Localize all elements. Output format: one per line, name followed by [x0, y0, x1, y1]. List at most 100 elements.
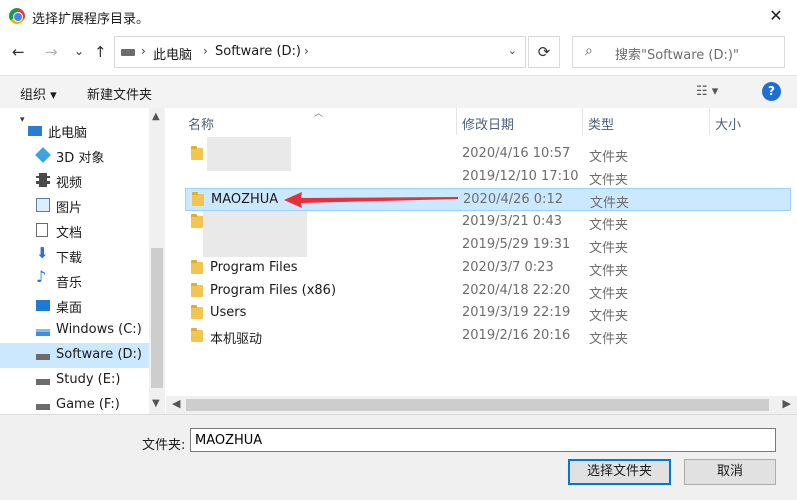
file-date: 2020/4/26 0:12 — [463, 192, 563, 207]
title-bar: 选择扩展程序目录。 ✕ — [0, 0, 797, 32]
column-header-modified[interactable]: 修改日期 — [462, 114, 514, 133]
picture-icon — [36, 198, 50, 212]
file-row-selected[interactable]: MAOZHUA 2020/4/26 0:12 文件夹 — [185, 188, 791, 211]
file-row[interactable]: Program Files (x86) 2020/4/18 22:20 文件夹 — [185, 280, 791, 303]
nav-item-windows-c[interactable]: Windows (C:) — [0, 318, 149, 343]
file-type: 文件夹 — [590, 196, 630, 211]
nav-item-label: 下载 — [56, 251, 83, 266]
forward-button[interactable]: → — [45, 43, 58, 61]
file-date: 2020/4/18 22:20 — [462, 283, 571, 298]
column-divider[interactable] — [456, 108, 457, 135]
nav-item-study-e[interactable]: Study (E:) — [0, 368, 149, 393]
file-row[interactable]: 2020/4/16 10:57 文件夹 — [185, 137, 791, 171]
scroll-up-icon[interactable]: ▲ — [152, 111, 160, 122]
sort-ascending-icon: ︿ — [314, 109, 324, 119]
window-title: 选择扩展程序目录。 — [32, 12, 150, 27]
file-row[interactable]: 2019/3/21 0:43 文件夹 — [185, 211, 791, 257]
recent-locations-button[interactable]: ⌄ — [74, 42, 84, 60]
folder-icon — [191, 146, 203, 160]
refresh-button[interactable]: ⟳ — [528, 36, 560, 68]
nav-item-label: Windows (C:) — [56, 322, 142, 337]
nav-item-pictures[interactable]: 图片 — [0, 193, 149, 218]
address-bar[interactable]: › 此电脑 › Software (D:) › ⌄ — [114, 36, 526, 68]
folder-name-input[interactable] — [190, 428, 776, 452]
command-bar: 组织 ▾ 新建文件夹 ☷ ▾ ? — [0, 75, 797, 108]
file-name: 本机驱动 — [210, 332, 263, 347]
scroll-right-icon[interactable]: ▶ — [783, 397, 791, 410]
nav-item-label: Software (D:) — [56, 347, 142, 362]
column-header-type[interactable]: 类型 — [588, 114, 614, 133]
music-icon: ♪ — [36, 267, 47, 286]
nav-item-desktop[interactable]: 桌面 — [0, 293, 149, 318]
chevron-down-icon[interactable]: ⌄ — [508, 44, 517, 57]
navigation-pane: ▾ 此电脑 3D 对象 视频 图片 文档 ⬇ 下载 ♪ 音乐 桌面 Window… — [0, 108, 149, 414]
back-button[interactable]: ← — [12, 43, 25, 61]
chrome-icon — [9, 8, 25, 24]
nav-item-documents[interactable]: 文档 — [0, 218, 149, 243]
file-date: 2020/3/7 0:23 — [462, 260, 554, 275]
drive-icon — [36, 404, 50, 410]
scroll-down-icon[interactable]: ▼ — [152, 398, 160, 409]
scroll-thumb[interactable] — [151, 248, 163, 388]
nav-item-label: 图片 — [56, 201, 83, 216]
drive-icon — [121, 49, 135, 56]
file-row[interactable]: 本机驱动 2019/2/16 20:16 文件夹 — [185, 325, 791, 348]
nav-item-software-d[interactable]: Software (D:) — [0, 343, 149, 368]
close-button[interactable]: ✕ — [755, 0, 797, 32]
column-header-size[interactable]: 大小 — [715, 114, 741, 133]
column-divider[interactable] — [709, 108, 710, 135]
file-type: 文件夹 — [589, 309, 629, 324]
select-folder-button[interactable]: 选择文件夹 — [568, 459, 671, 485]
folder-icon — [191, 214, 203, 228]
nav-item-label: 此电脑 — [48, 126, 88, 141]
breadcrumb-software-d[interactable]: Software (D:) — [215, 44, 301, 59]
nav-item-downloads[interactable]: ⬇ 下载 — [0, 243, 149, 268]
file-name: Users — [210, 305, 247, 320]
folder-icon — [191, 260, 203, 274]
file-type: 文件夹 — [589, 241, 629, 256]
breadcrumb-separator[interactable]: › — [203, 44, 208, 58]
desktop-icon — [36, 300, 50, 311]
cancel-button[interactable]: 取消 — [684, 459, 776, 485]
organize-button[interactable]: 组织 ▾ — [20, 84, 57, 103]
file-name: Program Files (x86) — [210, 283, 337, 298]
file-date: 2019/5/29 19:31 — [462, 237, 571, 252]
file-row[interactable]: Program Files 2020/3/7 0:23 文件夹 — [185, 257, 791, 280]
breadcrumb-this-pc[interactable]: 此电脑 — [153, 44, 192, 63]
nav-item-label: Study (E:) — [56, 372, 121, 387]
file-row[interactable]: Users 2019/3/19 22:19 文件夹 — [185, 302, 791, 325]
file-type: 文件夹 — [589, 218, 629, 233]
nav-item-label: 音乐 — [56, 276, 83, 291]
file-row[interactable]: 2019/12/10 17:10 文件夹 — [185, 166, 791, 189]
dialog-footer: 文件夹: 选择文件夹 取消 — [0, 414, 797, 500]
scroll-left-icon[interactable]: ◀ — [172, 397, 180, 410]
file-list: ︿ 名称 修改日期 类型 大小 2020/4/16 10:57 文件夹 2019… — [166, 108, 797, 396]
new-folder-button[interactable]: 新建文件夹 — [87, 84, 152, 103]
nav-item-game-f[interactable]: Game (F:) — [0, 393, 149, 414]
folder-icon — [192, 192, 204, 206]
breadcrumb-separator: › — [141, 44, 146, 58]
file-type: 文件夹 — [589, 173, 629, 188]
column-header-name[interactable]: 名称 — [188, 114, 214, 133]
nav-item-label: 桌面 — [56, 301, 83, 316]
file-row[interactable]: 2019/5/29 19:31 文件夹 — [185, 234, 791, 257]
nav-pane-scrollbar[interactable]: ▲ ▼ — [149, 108, 165, 414]
breadcrumb-separator[interactable]: › — [304, 44, 309, 58]
nav-item-3d-objects[interactable]: 3D 对象 — [0, 143, 149, 168]
file-list-horizontal-scrollbar[interactable]: ◀ ▶ — [166, 396, 797, 414]
scroll-thumb[interactable] — [186, 399, 769, 411]
file-date: 2019/2/16 20:16 — [462, 328, 571, 343]
folder-icon — [191, 305, 203, 319]
file-type: 文件夹 — [589, 150, 629, 165]
help-button[interactable]: ? — [762, 82, 781, 101]
computer-icon — [28, 126, 42, 136]
nav-item-video[interactable]: 视频 — [0, 168, 149, 193]
folder-icon — [191, 283, 203, 297]
view-options-button[interactable]: ☷ ▾ — [696, 84, 718, 99]
column-divider[interactable] — [582, 108, 583, 135]
nav-item-label: 3D 对象 — [56, 151, 105, 166]
search-box[interactable]: ⌕ 搜索"Software (D:)" — [572, 36, 785, 68]
nav-item-this-pc[interactable]: 此电脑 — [0, 118, 149, 143]
nav-item-music[interactable]: ♪ 音乐 — [0, 268, 149, 293]
up-button[interactable]: ↑ — [94, 43, 107, 61]
